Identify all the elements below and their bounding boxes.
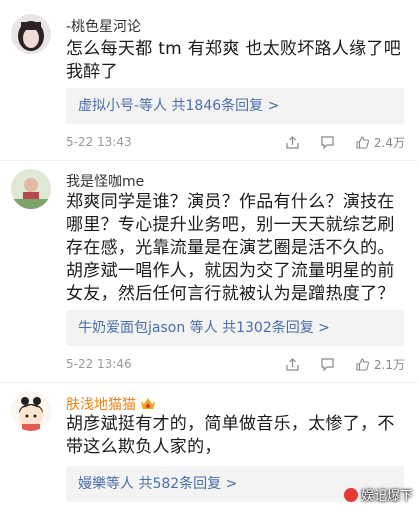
comment-text: 怎么每天都 tm 有郑爽 也太败坏路人缘了吧 我醉了 <box>66 39 402 82</box>
like-count: 2.4万 <box>373 136 405 150</box>
like-count: 2.1万 <box>373 358 405 372</box>
avatar[interactable] <box>11 169 51 209</box>
watermark: 娱记爆下 <box>343 485 413 504</box>
reply-summary-link[interactable]: 虚拟小号-等人 共1846条回复 > <box>66 88 404 124</box>
share-icon[interactable] <box>285 357 300 372</box>
vip-badge-icon <box>140 397 156 411</box>
comment-icon[interactable] <box>320 135 335 150</box>
comment-text: 郑爽同学是谁？演员？作品有什么？演技在哪里？专心提升业务吧，别一天天就综艺刷存在… <box>66 192 395 304</box>
comment-text: 胡彦斌挺有才的，简单做音乐，太惨了，不带这么欺负人家的， <box>66 414 395 457</box>
avatar[interactable] <box>11 14 51 54</box>
username[interactable]: 肤浅地猫猫 <box>66 394 156 414</box>
reply-summary-link[interactable]: 牛奶爱面包jason 等人 共1302条回复 > <box>66 310 404 346</box>
watermark-text: 娱记爆下 <box>360 489 413 504</box>
username[interactable]: -桃色星河论 <box>66 16 141 36</box>
comment-1: -桃色星河论 怎么每天都 tm 有郑爽 也太败坏路人缘了吧 我醉了 虚拟小号-等… <box>0 0 417 160</box>
comment-actions: 2.4万 <box>285 134 405 151</box>
comment-date: 5-22 13:46 <box>66 357 132 371</box>
avatar[interactable] <box>11 391 51 431</box>
comment-date: 5-22 13:43 <box>66 135 132 149</box>
comment-actions: 2.1万 <box>285 356 405 373</box>
like-icon[interactable] <box>355 135 370 150</box>
watermark-logo-icon <box>343 487 358 502</box>
like-icon[interactable] <box>355 357 370 372</box>
comment-icon[interactable] <box>320 357 335 372</box>
username-text: 肤浅地猫猫 <box>66 397 136 413</box>
comment-2: 我是怪咖me 郑爽同学是谁？演员？作品有什么？演技在哪里？专心提升业务吧，别一天… <box>0 161 417 381</box>
share-icon[interactable] <box>285 135 300 150</box>
username[interactable]: 我是怪咖me <box>66 171 144 191</box>
